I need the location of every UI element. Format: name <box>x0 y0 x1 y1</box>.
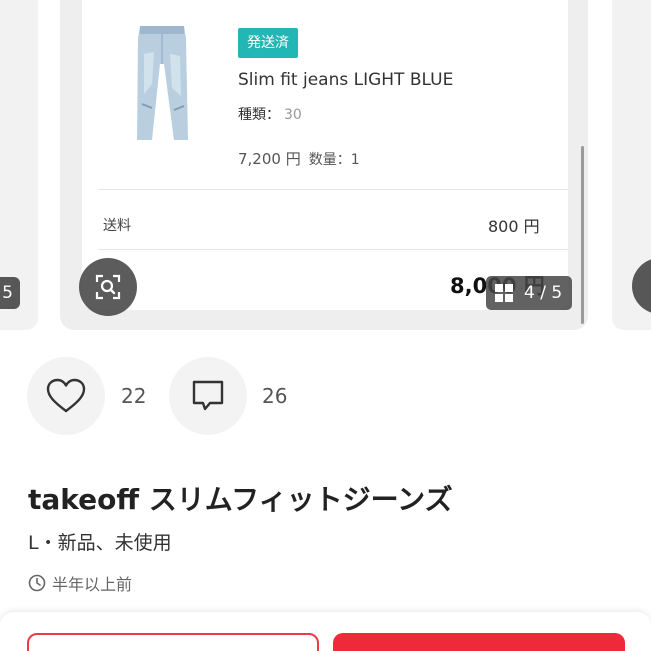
receipt-scrollbar <box>581 146 584 324</box>
image-counter-text: 4 / 5 <box>524 283 563 303</box>
comment-count: 26 <box>262 384 288 408</box>
jeans-thumbnail <box>137 26 188 140</box>
receipt-product-name: Slim fit jeans LIGHT BLUE <box>238 70 454 90</box>
image-carousel[interactable]: 5 発送済 Slim fit jeans LIGHT BLUE 種類： 30 7,… <box>0 0 651 330</box>
comment-icon <box>192 380 224 411</box>
image-counter[interactable]: 4 / 5 <box>486 276 572 310</box>
like-count: 22 <box>121 384 147 408</box>
shipping-label: 送料 <box>103 218 131 234</box>
shipped-badge: 発送済 <box>238 28 298 58</box>
grid-icon <box>495 284 513 302</box>
receipt-price: 7,200 円 <box>238 150 301 168</box>
heart-icon <box>46 378 86 413</box>
like-button[interactable] <box>27 357 105 435</box>
receipt-divider <box>98 189 568 190</box>
receipt-quantity: 数量：1 <box>308 152 360 168</box>
product-page: 5 発送済 Slim fit jeans LIGHT BLUE 種類： 30 7,… <box>0 0 651 651</box>
kind-value: 30 <box>284 107 302 123</box>
zoom-image-button[interactable] <box>79 258 137 316</box>
item-condition: L・新品、未使用 <box>28 532 172 554</box>
receipt-kind: 種類： 30 <box>238 104 302 124</box>
receipt-price-line: 7,200 円数量：1 <box>238 148 360 169</box>
previous-image-counter: 5 <box>0 277 20 309</box>
primary-action-button[interactable] <box>333 633 625 651</box>
secondary-action-button[interactable] <box>27 633 319 651</box>
shipping-value: 800 円 <box>488 217 540 236</box>
clock-icon <box>28 574 46 592</box>
zoom-search-icon <box>95 274 121 300</box>
item-title: takeoff スリムフィットジーンズ <box>28 483 453 516</box>
receipt-divider <box>98 249 568 250</box>
kind-label: 種類： <box>238 107 280 123</box>
posted-time: 半年以上前 <box>28 571 132 595</box>
comment-button[interactable] <box>169 357 247 435</box>
posted-time-text: 半年以上前 <box>52 575 133 594</box>
